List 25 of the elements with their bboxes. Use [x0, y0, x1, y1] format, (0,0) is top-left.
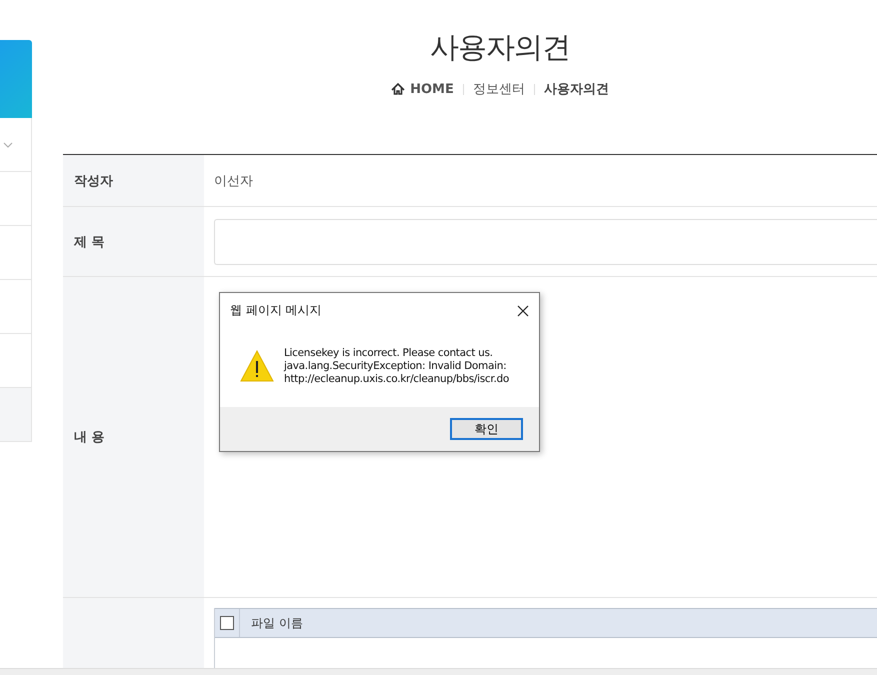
chevron-icon	[3, 142, 13, 148]
dialog-title: 웹 페이지 메시지	[230, 302, 322, 319]
sidebar-item[interactable]	[0, 226, 32, 280]
subject-field[interactable]	[214, 218, 877, 264]
message-line: java.lang.SecurityException: Invalid Domain:	[284, 360, 508, 372]
field-label: 내 용	[63, 277, 204, 597]
page-title: 사용자의견	[429, 29, 571, 66]
message-line: http://ecleanup.uxis.co.kr/cleanup/bbs/iscr.do	[284, 372, 509, 386]
field-label: 제 목	[63, 207, 204, 276]
field-label: 작성자	[63, 155, 204, 206]
ok-button[interactable]: 확인	[450, 418, 523, 440]
close-icon[interactable]	[517, 304, 529, 316]
author-name: 이선자	[214, 172, 253, 190]
breadcrumb-link[interactable]: 사용자의견	[544, 80, 609, 98]
home-icon	[391, 83, 406, 95]
sidebar-item[interactable]	[0, 172, 32, 226]
message-line: Licensekey is incorrect. Please contact us.	[284, 346, 494, 360]
column-header: 파일 이름	[251, 614, 303, 632]
warning-icon	[240, 350, 274, 382]
breadcrumb-link[interactable]: HOME	[410, 82, 454, 96]
sidebar-item[interactable]	[0, 118, 32, 172]
sidebar-item[interactable]	[0, 280, 32, 334]
breadcrumb-link[interactable]: 정보센터	[472, 80, 525, 98]
sidebar-item[interactable]	[0, 334, 32, 388]
checkbox[interactable]	[220, 616, 234, 630]
